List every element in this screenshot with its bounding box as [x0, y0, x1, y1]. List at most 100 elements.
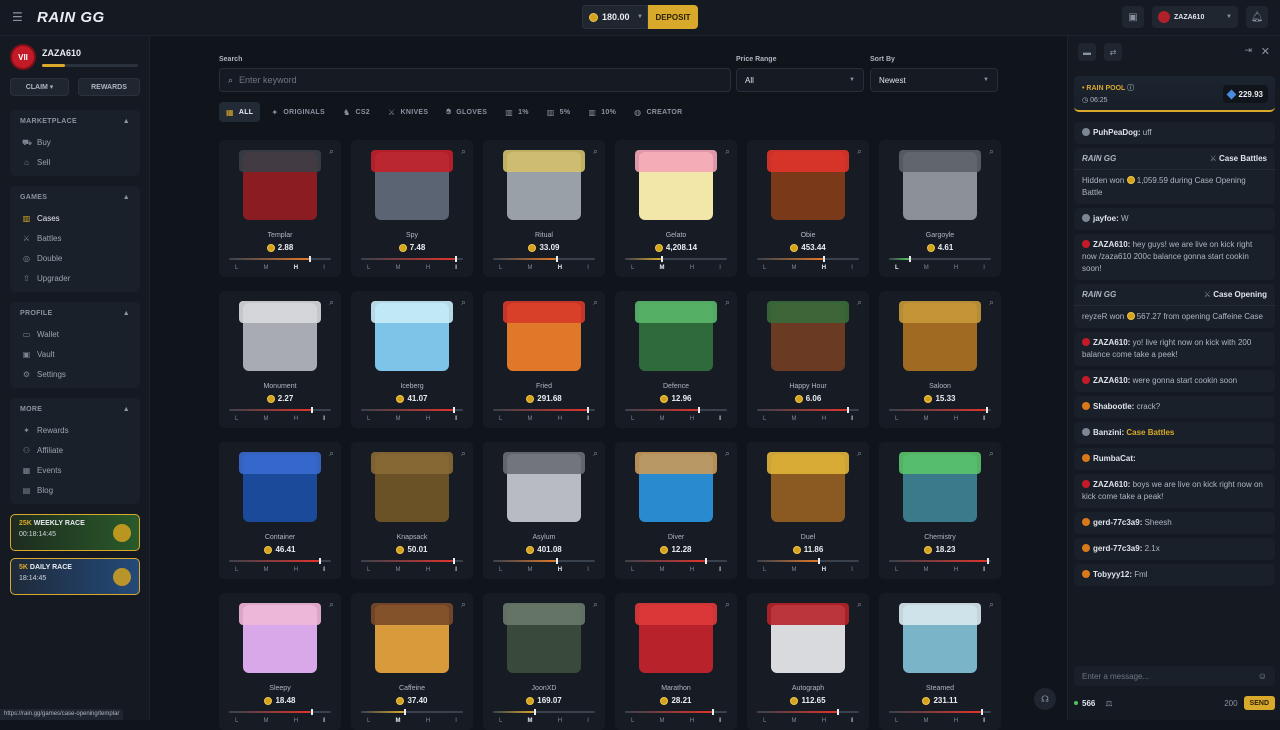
- zoom-icon[interactable]: ⌕: [857, 297, 862, 308]
- rewards-button[interactable]: REWARDS: [78, 78, 140, 96]
- zoom-icon[interactable]: ⌕: [593, 146, 598, 157]
- rain-pool[interactable]: • RAIN POOL ⓘ ◷ 06:25 229.93: [1074, 76, 1275, 112]
- zoom-icon[interactable]: ⌕: [725, 448, 730, 459]
- close-icon[interactable]: ✕: [1261, 45, 1270, 58]
- zoom-icon[interactable]: ⌕: [329, 297, 334, 308]
- message-user[interactable]: gerd-77c3a9:: [1093, 544, 1142, 553]
- case-card[interactable]: ⌕ Fried 291.68 L M H I: [483, 291, 605, 428]
- rules-icon[interactable]: ⚖: [1105, 699, 1112, 708]
- headset-icon[interactable]: ☊: [1034, 688, 1056, 710]
- message-user[interactable]: ZAZA610:: [1093, 338, 1130, 347]
- case-card[interactable]: ⌕ Steamed 231.11 L M H I: [879, 593, 1001, 730]
- message-user[interactable]: jayfoe:: [1093, 214, 1119, 223]
- message-user[interactable]: PuhPeaDog:: [1093, 128, 1141, 137]
- case-card[interactable]: ⌕ Marathon 28.21 L M H I: [615, 593, 737, 730]
- zoom-icon[interactable]: ⌕: [461, 297, 466, 308]
- message-user[interactable]: ZAZA610:: [1093, 240, 1130, 249]
- sidebar-item-double[interactable]: ◎ Double: [10, 248, 140, 268]
- nav-section-header[interactable]: MORE ▲: [10, 398, 140, 420]
- deposit-button[interactable]: DEPOSIT: [648, 5, 698, 29]
- sidebar-item-wallet[interactable]: ▭ Wallet: [10, 324, 140, 344]
- zoom-icon[interactable]: ⌕: [593, 599, 598, 610]
- user-menu[interactable]: ZAZA610 ▼: [1152, 6, 1238, 28]
- zoom-icon[interactable]: ⌕: [857, 146, 862, 157]
- zoom-icon[interactable]: ⌕: [461, 146, 466, 157]
- filter-knives[interactable]: ⚔ KNIVES: [381, 102, 435, 122]
- filter-1-percent[interactable]: ▥ 1%: [498, 102, 536, 122]
- zoom-icon[interactable]: ⌕: [725, 599, 730, 610]
- sort-by-select[interactable]: Newest ▼: [870, 68, 998, 92]
- message-user[interactable]: Shabootle:: [1093, 402, 1134, 411]
- notification-icon[interactable]: 🔔︎: [1246, 6, 1268, 28]
- balance-display[interactable]: 180.00 ▼: [582, 5, 648, 29]
- sidebar-item-events[interactable]: ▦ Events: [10, 460, 140, 480]
- nav-section-header[interactable]: MARKETPLACE ▲: [10, 110, 140, 132]
- case-card[interactable]: ⌕ JoonXD 169.07 L M H I: [483, 593, 605, 730]
- zoom-icon[interactable]: ⌕: [329, 146, 334, 157]
- filter-10-percent[interactable]: ▥ 10%: [581, 102, 623, 122]
- menu-icon[interactable]: ☰: [12, 11, 24, 23]
- sidebar-item-cases[interactable]: ▥ Cases: [10, 208, 140, 228]
- message-user[interactable]: Hidden: [1082, 176, 1107, 185]
- zoom-icon[interactable]: ⌕: [725, 297, 730, 308]
- zoom-icon[interactable]: ⌕: [329, 448, 334, 459]
- sidebar-item-upgrader[interactable]: ⇧ Upgrader: [10, 268, 140, 288]
- sidebar-item-settings[interactable]: ⚙ Settings: [10, 364, 140, 384]
- case-card[interactable]: ⌕ Sleepy 18.48 L M H I: [219, 593, 341, 730]
- collapse-icon[interactable]: ⇥: [1244, 45, 1252, 56]
- filter-creator[interactable]: ◍ CREATOR: [627, 102, 689, 122]
- zoom-icon[interactable]: ⌕: [989, 297, 994, 308]
- case-card[interactable]: ⌕ Asylum 401.08 L M H I: [483, 442, 605, 579]
- sidebar-item-buy[interactable]: ⛟ Buy: [10, 132, 140, 152]
- filter-5-percent[interactable]: ▥ 5%: [540, 102, 578, 122]
- daily-race-banner[interactable]: 5K DAILY RACE 18:14:45: [10, 558, 140, 595]
- message-user[interactable]: ZAZA610:: [1093, 376, 1130, 385]
- nav-section-header[interactable]: PROFILE ▲: [10, 302, 140, 324]
- case-card[interactable]: ⌕ Chemistry 18.23 L M H I: [879, 442, 1001, 579]
- site-logo[interactable]: RAIN GG: [37, 9, 105, 26]
- message-user[interactable]: Banzini:: [1093, 428, 1124, 437]
- zoom-icon[interactable]: ⌕: [857, 599, 862, 610]
- zoom-icon[interactable]: ⌕: [989, 448, 994, 459]
- case-card[interactable]: ⌕ Duel 11.86 L M H I: [747, 442, 869, 579]
- case-card[interactable]: ⌕ Templar 2.88 L M H I: [219, 140, 341, 277]
- emoji-icon[interactable]: ☺: [1258, 671, 1267, 681]
- zoom-icon[interactable]: ⌕: [989, 599, 994, 610]
- sidebar-item-affiliate[interactable]: ⚇ Affiliate: [10, 440, 140, 460]
- case-card[interactable]: ⌕ Happy Hour 6.06 L M H I: [747, 291, 869, 428]
- claim-button[interactable]: CLAIM ▾: [10, 78, 69, 96]
- case-card[interactable]: ⌕ Spy 7.48 L M H I: [351, 140, 473, 277]
- sidebar-item-battles[interactable]: ⚔ Battles: [10, 228, 140, 248]
- message-user[interactable]: reyzeR: [1082, 312, 1107, 321]
- case-card[interactable]: ⌕ Obie 453.44 L M H I: [747, 140, 869, 277]
- message-user[interactable]: gerd-77c3a9:: [1093, 518, 1142, 527]
- sidebar-item-rewards[interactable]: ✦ Rewards: [10, 420, 140, 440]
- filter-all[interactable]: ▦ ALL: [219, 102, 261, 122]
- filter-originals[interactable]: ✦ ORIGINALS: [264, 102, 332, 122]
- search-input[interactable]: [239, 75, 700, 85]
- chat-input[interactable]: [1082, 671, 1242, 681]
- case-card[interactable]: ⌕ Saloon 15.33 L M H I: [879, 291, 1001, 428]
- zoom-icon[interactable]: ⌕: [593, 448, 598, 459]
- case-card[interactable]: ⌕ Container 46.41 L M H I: [219, 442, 341, 579]
- sidebar-item-vault[interactable]: ▣ Vault: [10, 344, 140, 364]
- case-card[interactable]: ⌕ Monument 2.27 L M H I: [219, 291, 341, 428]
- case-card[interactable]: ⌕ Defence 12.96 L M H I: [615, 291, 737, 428]
- zoom-icon[interactable]: ⌕: [725, 146, 730, 157]
- weekly-race-banner[interactable]: 25K WEEKLY RACE 00:18:14:45: [10, 514, 140, 551]
- sidebar-item-blog[interactable]: ▤ Blog: [10, 480, 140, 500]
- case-card[interactable]: ⌕ Diver 12.28 L M H I: [615, 442, 737, 579]
- case-card[interactable]: ⌕ Knapsack 50.01 L M H I: [351, 442, 473, 579]
- send-button[interactable]: SEND: [1243, 696, 1275, 710]
- chat-input-field[interactable]: ☺: [1074, 666, 1275, 686]
- zoom-icon[interactable]: ⌕: [461, 448, 466, 459]
- zoom-icon[interactable]: ⌕: [989, 146, 994, 157]
- message-user[interactable]: ZAZA610:: [1093, 480, 1130, 489]
- case-card[interactable]: ⌕ Iceberg 41.07 L M H I: [351, 291, 473, 428]
- case-card[interactable]: ⌕ Caffeine 37.40 L M H I: [351, 593, 473, 730]
- message-user[interactable]: Tobyyy12:: [1093, 570, 1132, 579]
- chat-icon[interactable]: ▬: [1078, 43, 1096, 61]
- zoom-icon[interactable]: ⌕: [461, 599, 466, 610]
- vault-icon[interactable]: ▣: [1122, 6, 1144, 28]
- zoom-icon[interactable]: ⌕: [593, 297, 598, 308]
